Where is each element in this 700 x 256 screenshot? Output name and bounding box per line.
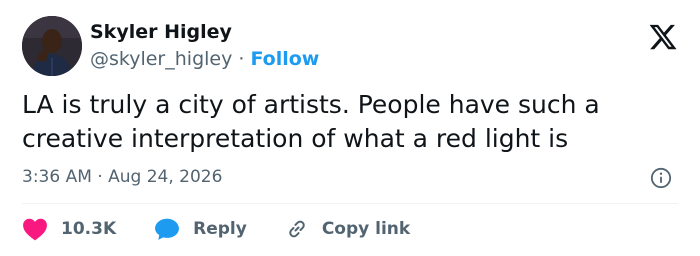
like-button[interactable]: 10.3K: [22, 217, 116, 241]
copy-link-label: Copy link: [321, 219, 411, 239]
reply-button[interactable]: Reply: [154, 217, 247, 241]
action-bar: 10.3K Reply Copy link: [22, 214, 448, 244]
avatar-photo: [22, 16, 82, 76]
follow-button[interactable]: Follow: [250, 48, 319, 70]
tweet-time: 3:36 AM: [22, 167, 92, 187]
heart-icon: [23, 218, 47, 241]
avatar[interactable]: [22, 16, 82, 76]
timestamp-separator: ·: [91, 167, 109, 187]
tweet-date: Aug 24, 2026: [108, 167, 223, 187]
copy-link-button[interactable]: Copy link: [285, 217, 410, 241]
reply-label: Reply: [193, 219, 247, 239]
link-icon: [289, 220, 305, 238]
author-handle-row: @skyler_higley · Follow: [90, 47, 319, 71]
author-handle[interactable]: @skyler_higley: [90, 48, 232, 70]
handle-separator: ·: [232, 48, 251, 70]
tweet-timestamp[interactable]: 3:36 AM · Aug 24, 2026: [22, 166, 222, 188]
author-name[interactable]: Skyler Higley: [90, 20, 232, 44]
divider: [22, 203, 678, 204]
x-logo-icon[interactable]: [648, 22, 678, 52]
info-icon[interactable]: [650, 167, 672, 189]
tweet-text: LA is truly a city of artists. People ha…: [22, 90, 600, 153]
speech-bubble-icon: [155, 218, 180, 240]
tweet-card: Skyler Higley @skyler_higley · Follow LA…: [0, 0, 700, 256]
like-count: 10.3K: [61, 219, 117, 239]
